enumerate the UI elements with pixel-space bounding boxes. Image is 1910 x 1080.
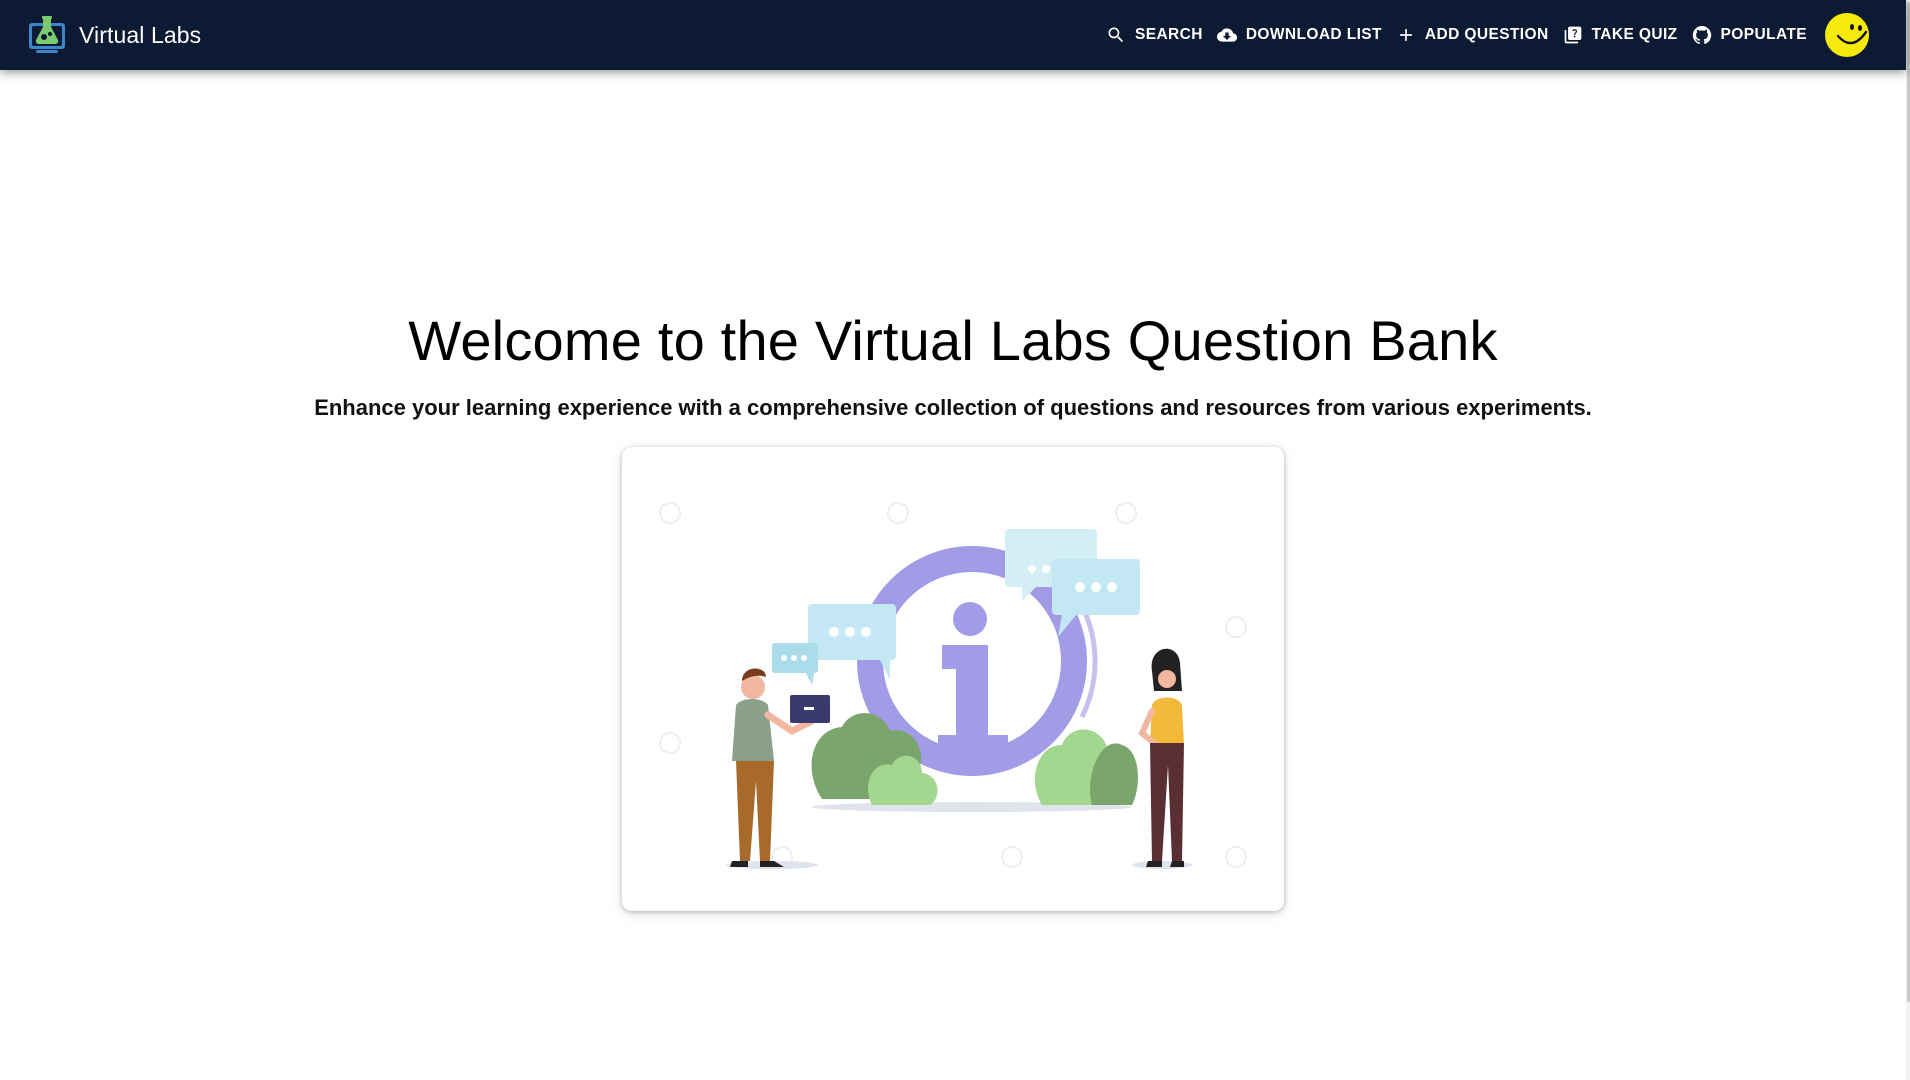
add-question-label: ADD QUESTION (1424, 26, 1549, 43)
download-list-label: DOWNLOAD LIST (1245, 26, 1382, 43)
search-icon (1108, 27, 1124, 43)
search-button[interactable]: SEARCH (1099, 15, 1210, 55)
github-icon (1692, 26, 1711, 44)
page-title: Welcome to the Virtual Labs Question Ban… (408, 309, 1498, 372)
hero-illustration-card (622, 447, 1284, 911)
app-title: Virtual Labs (79, 21, 202, 48)
plus-icon (1400, 29, 1412, 41)
main-content: Welcome to the Virtual Labs Question Ban… (0, 70, 1906, 1080)
info-illustration (659, 502, 1247, 869)
quiz-icon (1564, 26, 1581, 44)
download-list-button[interactable]: DOWNLOAD LIST (1210, 15, 1389, 55)
top-nav: SEARCH DOWNLOAD LIST ADD QUESTION TAKE Q… (1099, 0, 1870, 70)
populate-label: POPULATE (1720, 26, 1807, 43)
take-quiz-label: TAKE QUIZ (1591, 26, 1678, 43)
virtual-labs-logo-icon (29, 16, 65, 53)
smiley-avatar[interactable] (1824, 12, 1870, 58)
populate-button[interactable]: POPULATE (1685, 15, 1814, 55)
page-subtitle: Enhance your learning experience with a … (314, 395, 1592, 420)
add-question-button[interactable]: ADD QUESTION (1389, 15, 1556, 55)
take-quiz-button[interactable]: TAKE QUIZ (1556, 15, 1685, 55)
search-label: SEARCH (1134, 26, 1203, 43)
brand[interactable]: Virtual Labs (26, 14, 201, 56)
cloud-download-icon (1216, 28, 1237, 42)
app-bar: Virtual Labs SEARCH DOWNLOAD LIST ADD QU… (0, 0, 1906, 70)
